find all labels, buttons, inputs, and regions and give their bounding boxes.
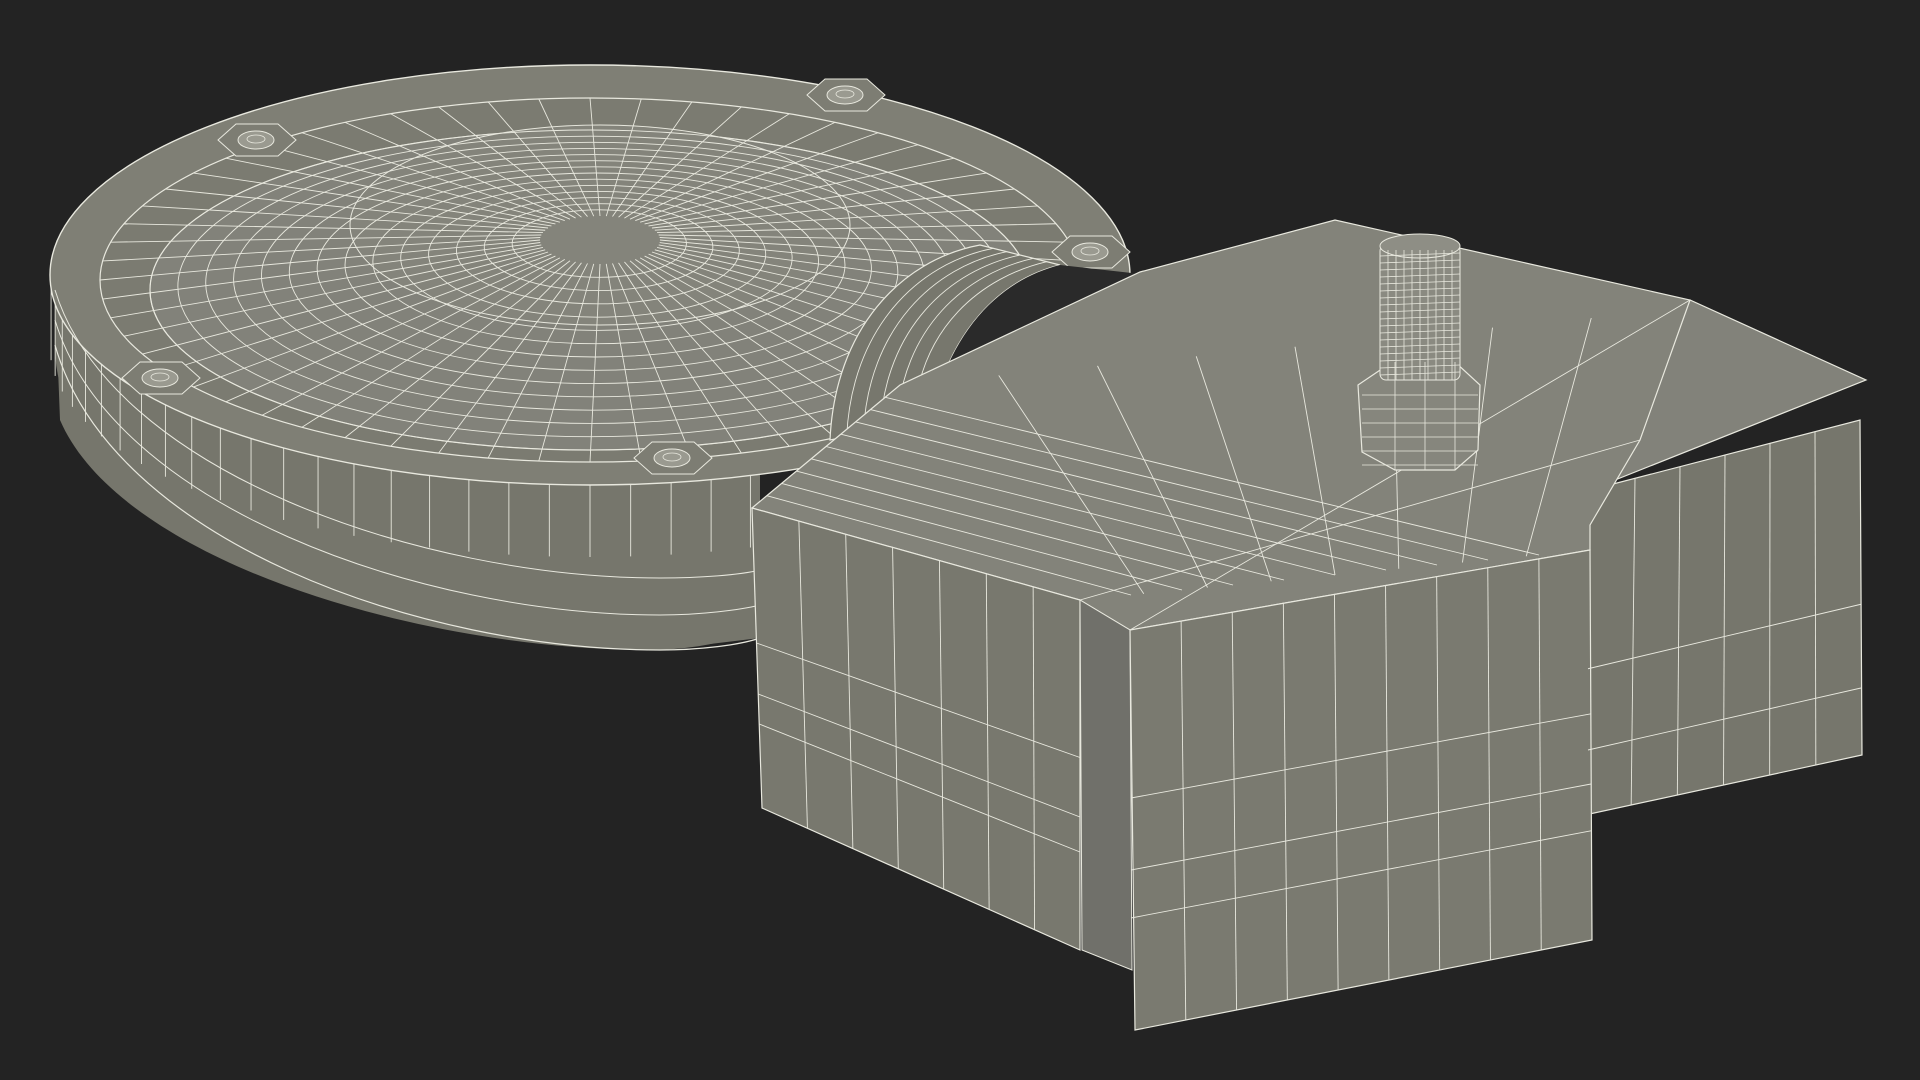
bolt-head xyxy=(141,368,179,388)
render-canvas xyxy=(0,0,1920,1080)
viewport xyxy=(0,0,1920,1080)
bolt-head xyxy=(1071,242,1109,262)
bolt-head xyxy=(826,85,864,105)
seam-strip xyxy=(1079,599,1133,971)
bolt-head xyxy=(653,448,691,468)
bolt-head xyxy=(237,130,275,150)
